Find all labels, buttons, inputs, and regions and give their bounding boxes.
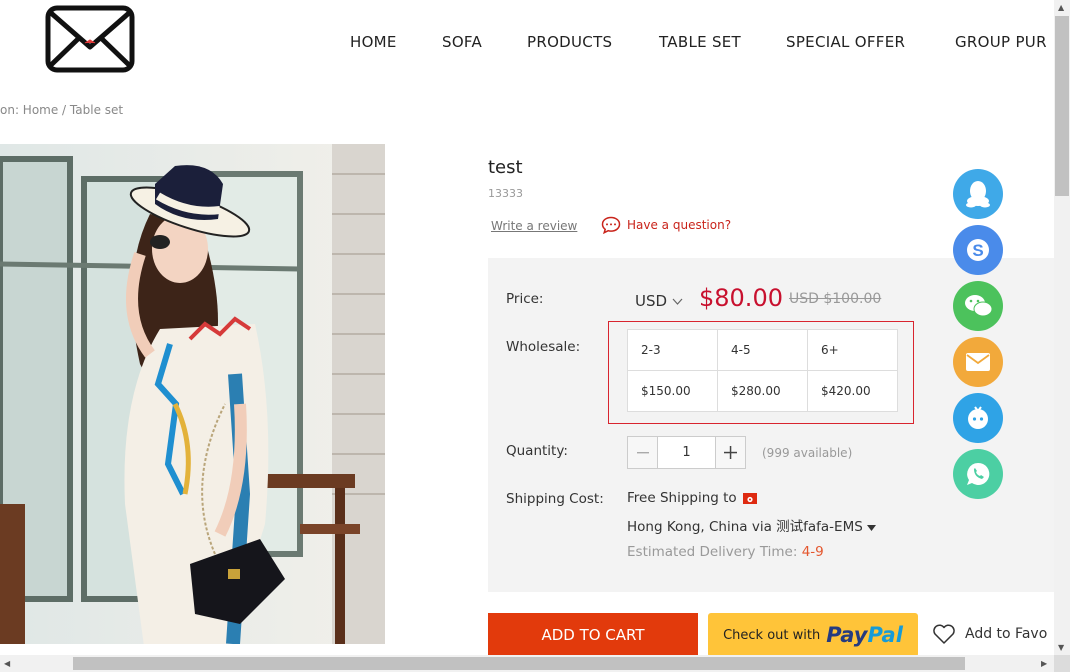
- wholesale-tier-row: 2-3 4-5 6+: [627, 329, 898, 371]
- paypal-logo: PayPal: [826, 623, 903, 647]
- have-question-label: Have a question?: [627, 218, 732, 232]
- product-image[interactable]: [0, 144, 385, 644]
- wechat-contact-button[interactable]: [953, 281, 1003, 331]
- skype-contact-button[interactable]: S: [953, 225, 1003, 275]
- skype-icon: S: [967, 239, 989, 261]
- email-icon: [966, 353, 990, 371]
- nav-sofa[interactable]: SOFA: [442, 33, 482, 51]
- wholesale-tier: 6+: [807, 329, 898, 371]
- write-review-link[interactable]: Write a review: [491, 219, 577, 233]
- product-sku: 13333: [488, 187, 523, 200]
- quantity-label: Quantity:: [506, 443, 568, 459]
- whatsapp-icon: [967, 462, 990, 485]
- scroll-down-arrow-icon[interactable]: ▼: [1058, 643, 1064, 652]
- plus-icon: [724, 446, 737, 459]
- quantity-input[interactable]: 1: [658, 437, 715, 468]
- email-contact-button[interactable]: [953, 337, 1003, 387]
- nav-group-purchase[interactable]: GROUP PUR: [955, 33, 1047, 51]
- chat-bot-contact-button[interactable]: [953, 393, 1003, 443]
- increase-quantity-button[interactable]: [715, 437, 745, 468]
- vertical-scroll-thumb[interactable]: [1055, 16, 1069, 196]
- paypal-logo-pal: Pal: [867, 623, 903, 647]
- minus-icon: [636, 451, 649, 453]
- original-price: USD $100.00: [789, 291, 882, 307]
- wholesale-price: $420.00: [807, 370, 898, 412]
- caret-down-icon: [867, 525, 877, 531]
- decrease-quantity-button[interactable]: [628, 437, 658, 468]
- scroll-left-arrow-icon[interactable]: ◀: [4, 659, 10, 668]
- paypal-logo-pay: Pay: [826, 623, 868, 647]
- scrollbar-corner: [1054, 655, 1070, 672]
- estimated-delivery-value: 4-9: [801, 544, 824, 560]
- nav-table-set[interactable]: TABLE SET: [659, 33, 741, 51]
- whatsapp-contact-button[interactable]: [953, 449, 1003, 499]
- currency-value: USD: [635, 292, 668, 310]
- price-label: Price:: [506, 291, 544, 307]
- wholesale-table: 2-3 4-5 6+ $150.00 $280.00 $420.00: [627, 329, 898, 412]
- nav-home[interactable]: HOME: [350, 33, 397, 51]
- qq-icon: [966, 181, 990, 208]
- wholesale-price: $150.00: [627, 370, 718, 412]
- chat-bubble-icon: [601, 216, 621, 234]
- currency-selector[interactable]: USD: [635, 292, 683, 310]
- wholesale-price-row: $150.00 $280.00 $420.00: [627, 370, 898, 412]
- horizontal-scroll-thumb[interactable]: [73, 657, 965, 670]
- shipping-destination: Free Shipping to: [627, 490, 757, 506]
- wholesale-tier: 4-5: [717, 329, 808, 371]
- wholesale-price: $280.00: [717, 370, 808, 412]
- have-question-link[interactable]: Have a question?: [601, 216, 731, 234]
- paypal-prefix: Check out with: [723, 627, 821, 643]
- wholesale-tier: 2-3: [627, 329, 718, 371]
- nav-products[interactable]: PRODUCTS: [527, 33, 612, 51]
- add-to-cart-button[interactable]: ADD TO CART: [488, 613, 698, 657]
- paypal-checkout-button[interactable]: Check out with PayPal: [708, 613, 918, 657]
- free-shipping-text: Free Shipping to: [627, 490, 737, 506]
- add-to-favorites-button[interactable]: Add to Favo: [931, 623, 1047, 645]
- shipping-method-text: Hong Kong, China via 测试fafa-EMS: [627, 519, 863, 535]
- heart-icon: [933, 624, 955, 644]
- chevron-down-icon: [672, 298, 683, 305]
- shipping-label: Shipping Cost:: [506, 491, 604, 507]
- estimated-delivery-label: Estimated Delivery Time:: [627, 544, 798, 560]
- scroll-up-arrow-icon[interactable]: ▲: [1058, 3, 1064, 12]
- available-count: (999 available): [762, 446, 853, 460]
- svg-text:S: S: [972, 241, 983, 260]
- current-price: $80.00: [699, 284, 783, 312]
- favorites-label: Add to Favo: [965, 626, 1048, 642]
- product-title: test: [488, 157, 523, 178]
- breadcrumb[interactable]: on: Home / Table set: [0, 103, 123, 117]
- wholesale-label: Wholesale:: [506, 339, 581, 355]
- scroll-right-arrow-icon[interactable]: ▶: [1041, 659, 1047, 668]
- quantity-stepper: 1: [627, 436, 746, 469]
- estimated-delivery: Estimated Delivery Time: 4-9: [627, 544, 824, 560]
- shipping-method-selector[interactable]: Hong Kong, China via 测试fafa-EMS: [627, 515, 877, 535]
- hong-kong-flag-icon: [742, 492, 757, 504]
- chat-bot-icon: [968, 406, 988, 429]
- main-navigation: HOME SOFA PRODUCTS TABLE SET SPECIAL OFF…: [0, 33, 1054, 53]
- wechat-icon: [965, 295, 993, 317]
- qq-contact-button[interactable]: [953, 169, 1003, 219]
- nav-special-offer[interactable]: SPECIAL OFFER: [786, 33, 905, 51]
